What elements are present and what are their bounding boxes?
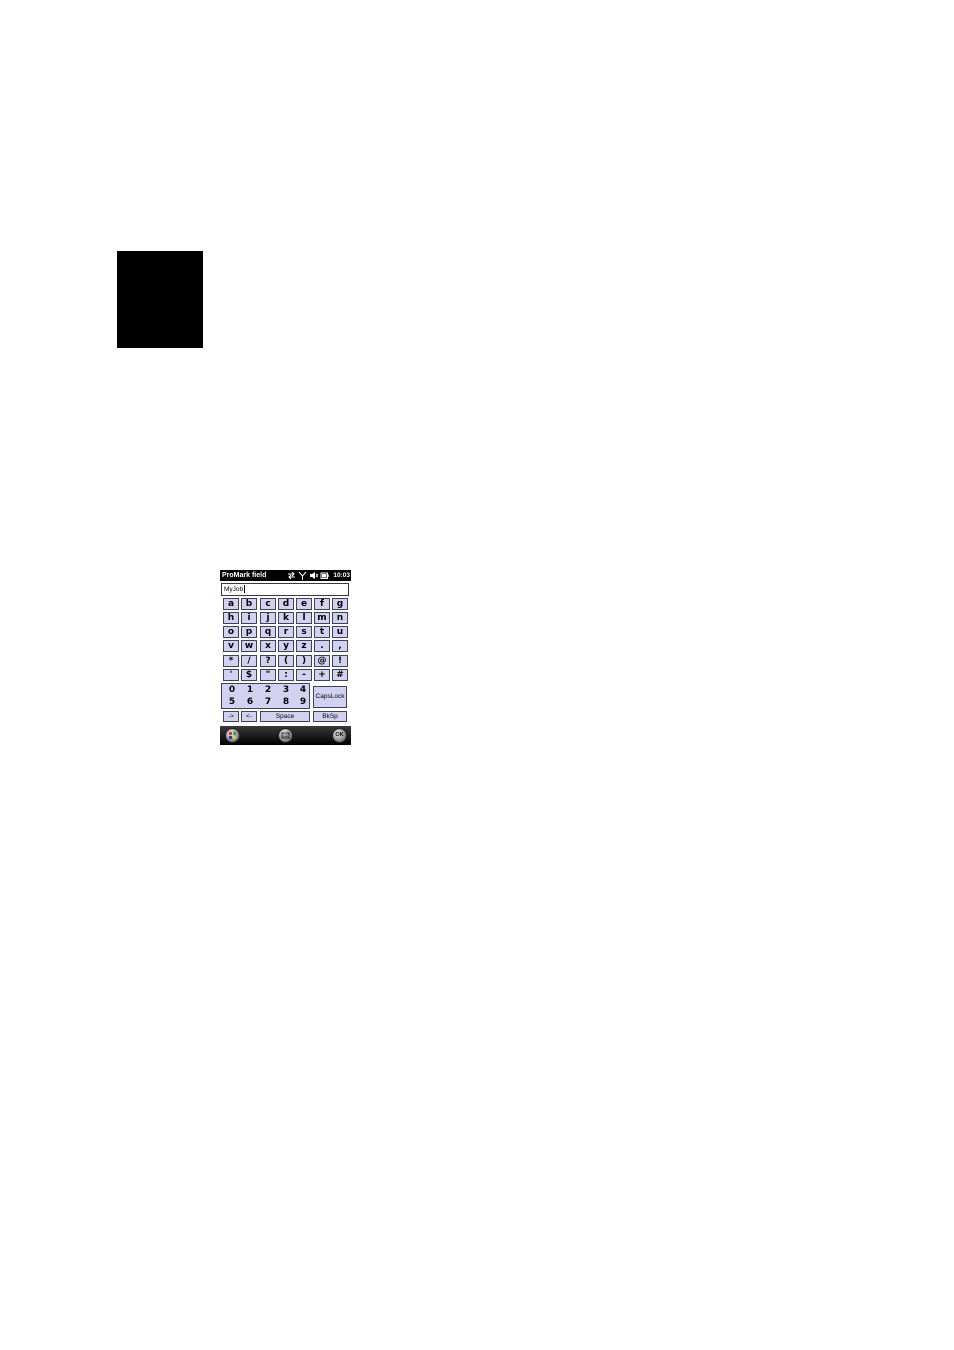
space-key[interactable]: Space xyxy=(260,711,310,722)
key-0-1[interactable]: b xyxy=(241,598,257,610)
app-title: ProMark field xyxy=(222,572,267,579)
key-7[interactable]: 7 xyxy=(259,696,277,708)
key-2-3[interactable]: r xyxy=(278,626,294,638)
key-8[interactable]: 8 xyxy=(277,696,295,708)
chapter-tab-marker xyxy=(117,251,203,348)
battery-icon[interactable] xyxy=(320,571,329,580)
key-4-5[interactable]: @ xyxy=(314,655,330,667)
key-2-0[interactable]: o xyxy=(223,626,239,638)
key-3-2[interactable]: x xyxy=(260,640,276,652)
key-3-6[interactable]: , xyxy=(332,640,348,652)
key-1[interactable]: 1 xyxy=(241,684,259,696)
key-5-3[interactable]: : xyxy=(278,669,294,681)
key-3-3[interactable]: y xyxy=(278,640,294,652)
windows-flag-icon xyxy=(229,732,236,739)
key-9[interactable]: 9 xyxy=(294,696,312,708)
cursor-right-key[interactable]: -> xyxy=(223,711,239,722)
key-0-2[interactable]: c xyxy=(260,598,276,610)
key-4-6[interactable]: ! xyxy=(332,655,348,667)
key-1-1[interactable]: i xyxy=(241,612,257,624)
numeric-keypad: 0 1 2 3 4 5 6 7 8 9 xyxy=(221,683,310,709)
key-1-5[interactable]: m xyxy=(314,612,330,624)
key-2-6[interactable]: u xyxy=(332,626,348,638)
text-input-field[interactable]: MyJob xyxy=(221,583,349,596)
speaker-icon[interactable] xyxy=(309,571,318,580)
key-4[interactable]: 4 xyxy=(294,684,312,696)
backspace-key[interactable]: BkSp xyxy=(313,711,347,722)
key-5-2[interactable]: " xyxy=(260,669,276,681)
status-bar: ProMark field 10:03 xyxy=(220,570,351,581)
keyboard-icon[interactable] xyxy=(278,728,293,743)
key-0-0[interactable]: a xyxy=(223,598,239,610)
key-5-4[interactable]: - xyxy=(296,669,312,681)
ok-button[interactable]: OK xyxy=(332,728,347,743)
windows-start-icon[interactable] xyxy=(225,728,240,743)
key-1-4[interactable]: l xyxy=(296,612,312,624)
key-1-0[interactable]: h xyxy=(223,612,239,624)
sync-icon[interactable] xyxy=(287,571,296,580)
bottom-softkey-bar: OK xyxy=(220,726,351,745)
key-4-2[interactable]: ? xyxy=(260,655,276,667)
key-4-1[interactable]: / xyxy=(241,655,257,667)
key-5-5[interactable]: + xyxy=(314,669,330,681)
key-3[interactable]: 3 xyxy=(277,684,295,696)
text-caret xyxy=(244,585,245,594)
key-0-4[interactable]: e xyxy=(296,598,312,610)
signal-icon[interactable] xyxy=(298,571,307,580)
key-5-6[interactable]: # xyxy=(332,669,348,681)
key-2[interactable]: 2 xyxy=(259,684,277,696)
key-4-3[interactable]: ( xyxy=(278,655,294,667)
key-3-0[interactable]: v xyxy=(223,640,239,652)
key-4-0[interactable]: * xyxy=(223,655,239,667)
key-2-1[interactable]: p xyxy=(241,626,257,638)
key-1-6[interactable]: n xyxy=(332,612,348,624)
text-input-value: MyJob xyxy=(224,586,244,593)
capslock-key[interactable]: CapsLock xyxy=(313,686,347,708)
key-3-5[interactable]: . xyxy=(314,640,330,652)
key-5[interactable]: 5 xyxy=(223,696,241,708)
key-1-3[interactable]: k xyxy=(278,612,294,624)
key-4-4[interactable]: ) xyxy=(296,655,312,667)
key-5-0[interactable]: ' xyxy=(223,669,239,681)
key-2-2[interactable]: q xyxy=(260,626,276,638)
key-3-4[interactable]: z xyxy=(296,640,312,652)
key-5-1[interactable]: $ xyxy=(241,669,257,681)
cursor-left-key[interactable]: <- xyxy=(241,711,257,722)
key-0-6[interactable]: g xyxy=(332,598,348,610)
key-0[interactable]: 0 xyxy=(223,684,241,696)
key-0-5[interactable]: f xyxy=(314,598,330,610)
key-2-5[interactable]: t xyxy=(314,626,330,638)
key-2-4[interactable]: s xyxy=(296,626,312,638)
device-screenshot: ProMark field 10:03 MyJob abcdefg hijklmn… xyxy=(220,570,351,745)
keyboard-glyph-icon xyxy=(281,732,290,739)
key-3-1[interactable]: w xyxy=(241,640,257,652)
key-6[interactable]: 6 xyxy=(241,696,259,708)
key-1-2[interactable]: j xyxy=(260,612,276,624)
key-0-3[interactable]: d xyxy=(278,598,294,610)
clock: 10:03 xyxy=(333,572,350,579)
